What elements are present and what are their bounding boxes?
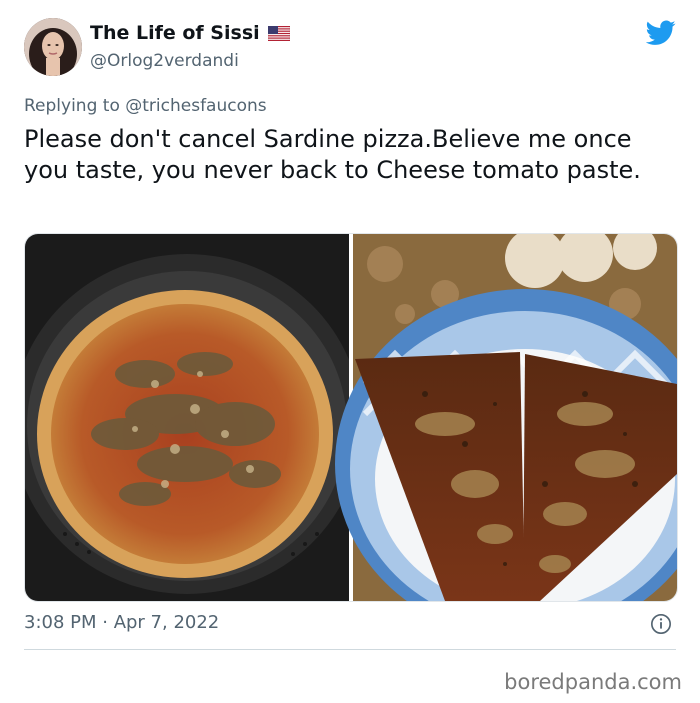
- tweet-text: Please don't cancel Sardine pizza.Believ…: [24, 125, 641, 184]
- tweet-media[interactable]: [24, 233, 678, 602]
- twitter-bird-icon[interactable]: [646, 20, 676, 46]
- info-icon[interactable]: [650, 613, 672, 635]
- watermark: boredpanda.com: [504, 670, 682, 694]
- avatar[interactable]: [24, 18, 82, 76]
- tweet-card: The Life of Sissi @Orlog2verdandi Replyi…: [0, 0, 700, 703]
- whole-sardine-pizza-image: [25, 234, 362, 601]
- us-flag-icon: [267, 25, 290, 41]
- user-handle[interactable]: @Orlog2verdandi: [90, 51, 239, 71]
- media-images: [25, 234, 677, 601]
- replying-prefix: Replying to: [24, 96, 126, 116]
- display-name[interactable]: The Life of Sissi: [90, 22, 260, 44]
- avatar-image: [24, 18, 82, 76]
- author-name-row: The Life of Sissi: [90, 22, 290, 44]
- tweet-timestamp[interactable]: 3:08 PM · Apr 7, 2022: [24, 612, 219, 633]
- replying-to-mention[interactable]: @trichesfaucons: [125, 96, 266, 116]
- sardine-pizza-slices-image: [335, 234, 677, 601]
- divider: [24, 649, 676, 650]
- replying-to: Replying to @trichesfaucons: [24, 96, 267, 116]
